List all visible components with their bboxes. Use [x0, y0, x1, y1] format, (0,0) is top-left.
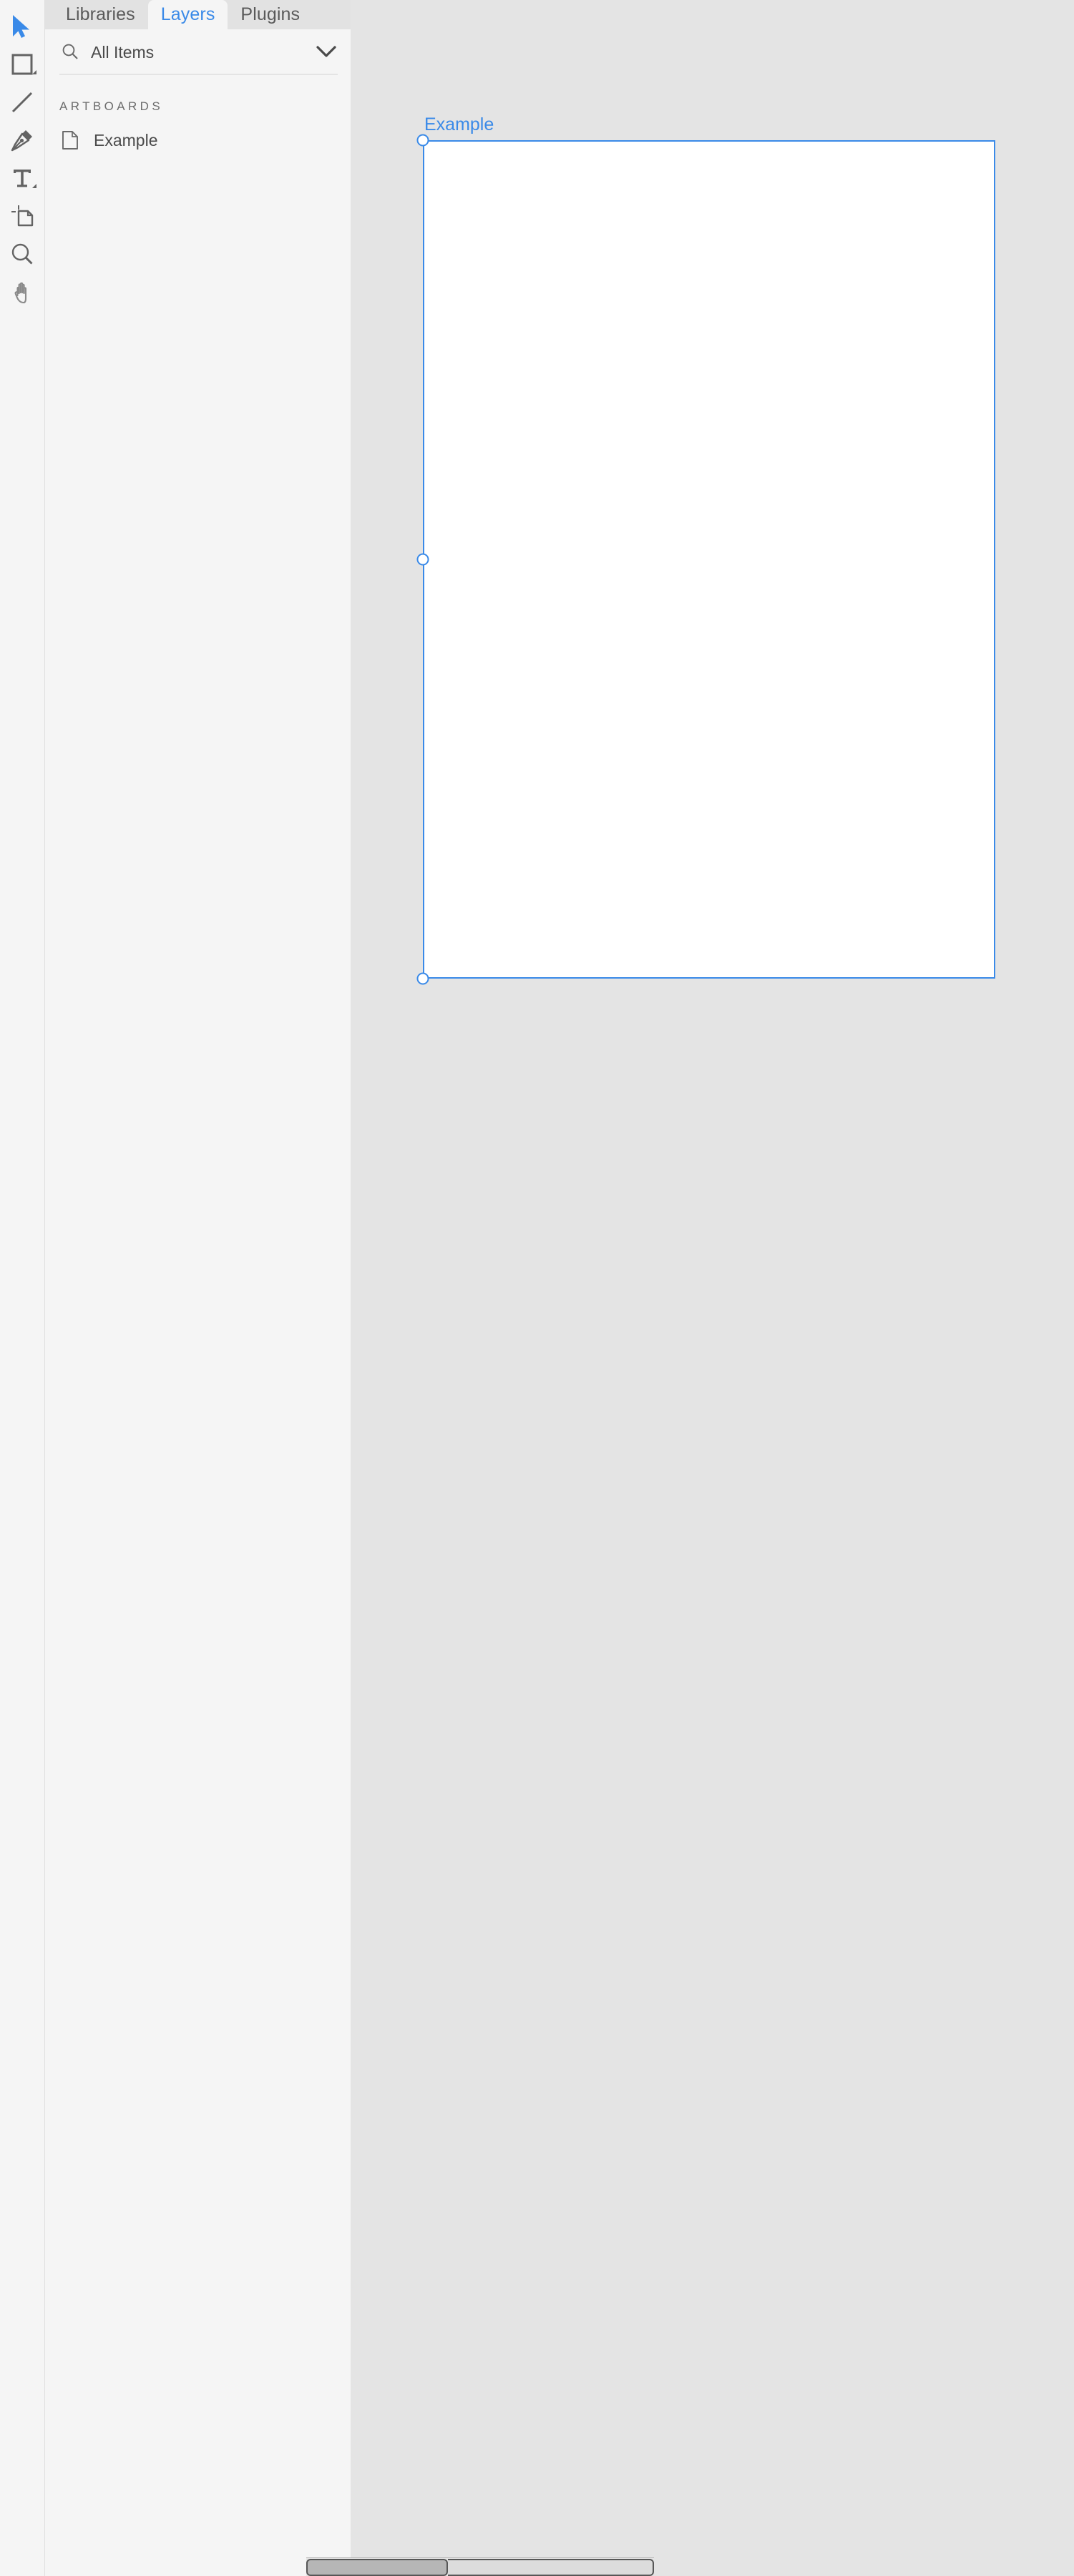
line-icon	[11, 92, 33, 113]
handle-bottom-left[interactable]	[416, 972, 429, 985]
left-toolbar	[0, 0, 45, 2576]
section-header-artboards: ARTBOARDS	[59, 99, 164, 113]
pen-nib-icon	[10, 128, 34, 152]
horizontal-scrollbar-trough[interactable]	[448, 2558, 654, 2576]
text-tool[interactable]	[0, 159, 45, 197]
panel-tabstrip: Libraries Layers Plugins	[45, 0, 351, 29]
search-input[interactable]: All Items	[91, 43, 303, 61]
line-tool[interactable]	[0, 83, 45, 121]
chevron-down-icon[interactable]	[315, 44, 338, 59]
text-t-icon	[11, 167, 33, 189]
rectangle-tool-caret-icon[interactable]	[31, 70, 36, 74]
list-item-label: Example	[94, 130, 158, 150]
canvas-area[interactable]: Example	[351, 0, 1074, 2576]
left-panel: Libraries Layers Plugins All Items ARTBO…	[45, 0, 351, 2576]
hand-icon	[11, 280, 34, 304]
handle-top-left[interactable]	[416, 134, 429, 147]
tab-plugins[interactable]: Plugins	[228, 0, 313, 29]
rectangle-tool[interactable]	[0, 45, 45, 83]
cursor-arrow-icon	[11, 14, 33, 39]
tab-layers[interactable]: Layers	[147, 0, 228, 29]
zoom-tool[interactable]	[0, 235, 45, 273]
horizontal-scrollbar-thumb[interactable]	[306, 2558, 448, 2576]
artboard-label[interactable]: Example	[424, 114, 494, 135]
artboard-tool[interactable]	[0, 197, 45, 235]
artboard-icon	[10, 204, 34, 228]
rectangle-icon	[11, 54, 33, 75]
list-item[interactable]: Example	[45, 124, 351, 157]
layers-search-row: All Items	[45, 29, 351, 74]
pen-tool[interactable]	[0, 121, 45, 159]
select-tool[interactable]	[0, 7, 45, 45]
magnifier-icon	[11, 243, 34, 265]
search-icon	[61, 43, 79, 60]
app-root: Libraries Layers Plugins All Items ARTBO…	[0, 0, 1074, 2576]
tab-libraries[interactable]: Libraries	[53, 0, 148, 29]
horizontal-scrollbar[interactable]	[306, 2557, 654, 2576]
hand-tool[interactable]	[0, 273, 45, 310]
text-tool-caret-icon[interactable]	[31, 184, 36, 188]
artboard-example[interactable]	[423, 140, 995, 979]
panel-body: All Items ARTBOARDS Example	[45, 29, 351, 2576]
handle-left-middle[interactable]	[416, 553, 429, 566]
page-icon	[61, 130, 79, 150]
